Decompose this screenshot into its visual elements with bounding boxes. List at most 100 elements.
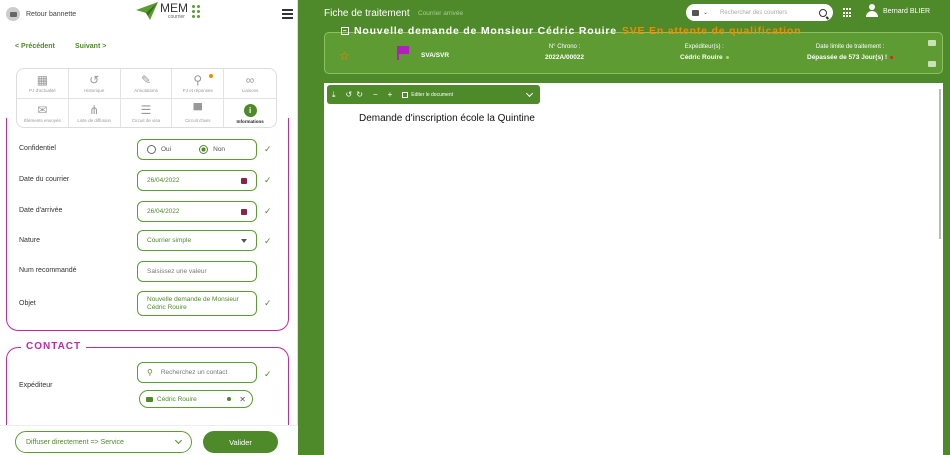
edit-document-button[interactable]: Editer le document xyxy=(402,91,453,98)
tab-liaisons[interactable]: ∞ Liaisons xyxy=(224,69,276,99)
radio-non[interactable]: Non xyxy=(199,145,225,154)
back-to-bannette-button[interactable]: Retour bannette xyxy=(6,7,76,21)
alert-dot xyxy=(890,56,894,59)
user-menu[interactable]: Bernard BLIER xyxy=(866,4,930,18)
diffuser-select[interactable]: Diffuser directement => Service xyxy=(15,431,192,453)
courrier-date-field[interactable]: 26/04/2022 xyxy=(137,170,257,191)
confidential-radio-group: Oui Non xyxy=(137,139,257,160)
arrival-date-label: Date d'arrivée xyxy=(19,207,63,214)
search-icon: ⚲ xyxy=(147,368,153,377)
objet-field[interactable]: Nouvelle demande de Monsieur Cédric Roui… xyxy=(137,291,257,316)
history-icon: ↺ xyxy=(89,73,100,87)
back-label: Retour bannette xyxy=(26,10,77,18)
status-dot xyxy=(227,397,232,401)
inbox-icon xyxy=(6,7,20,21)
truck-icon[interactable] xyxy=(928,40,936,46)
grid-icon: ▦ xyxy=(36,73,49,87)
courrier-summary-bar: − Nouvelle demande de Monsieur Cédric Ro… xyxy=(324,25,943,74)
calendar-icon[interactable] xyxy=(241,208,247,215)
contact-search-input[interactable]: ⚲ Recherchez un contact xyxy=(137,362,257,383)
remove-contact-icon[interactable]: ✕ xyxy=(239,395,246,404)
contact-title: CONTACT xyxy=(21,341,87,352)
nature-label: Nature xyxy=(19,237,41,244)
radio-oui[interactable]: Oui xyxy=(147,145,171,154)
link-icon: ∞ xyxy=(245,73,255,87)
tab-annotations[interactable]: ✎ Annotations xyxy=(120,69,173,99)
chevron-down-icon[interactable]: ⌄ xyxy=(703,9,708,16)
zoom-in-icon[interactable]: + xyxy=(388,90,393,99)
check-icon: ✓ xyxy=(264,236,272,246)
hamburger-menu-icon[interactable] xyxy=(282,9,293,21)
download-icon[interactable]: ⤓ xyxy=(332,90,336,99)
paper-plane-icon xyxy=(136,2,158,20)
logo-text: MEM xyxy=(160,0,188,15)
page-title: Fiche de traitement xyxy=(324,8,410,19)
deadline-meta: Date limite de traitement : Dépassée de … xyxy=(807,44,894,61)
comment-icon: ▀ xyxy=(193,103,203,117)
paperclip-icon: ⚲ xyxy=(193,73,203,87)
notification-dot xyxy=(209,74,214,78)
star-icon[interactable]: ☆ xyxy=(339,49,350,63)
chrono-meta: N° Chrono : 2022A/00022 xyxy=(545,44,585,61)
collapse-icon[interactable]: − xyxy=(341,27,349,35)
num-recommande-label: Num recommandé xyxy=(19,267,77,274)
chevron-down-icon xyxy=(174,436,183,445)
left-panel: Retour bannette MEM courrier < Précédent… xyxy=(0,0,298,455)
redo-icon[interactable]: ↻ xyxy=(356,90,363,99)
tab-pj-actualite[interactable]: ▦ PJ d'actualité xyxy=(17,69,69,99)
check-icon: ✓ xyxy=(264,144,272,154)
confidential-label: Confidentiel xyxy=(19,145,56,152)
check-icon: ✓ xyxy=(264,298,272,308)
user-name: Bernard BLIER xyxy=(883,7,931,15)
search-icon[interactable] xyxy=(819,8,827,17)
pen-icon: ✎ xyxy=(140,73,152,87)
zoom-out-icon[interactable]: − xyxy=(373,90,378,99)
flag-icon[interactable] xyxy=(397,46,409,60)
valider-button[interactable]: Valider xyxy=(203,431,278,453)
document-icon[interactable] xyxy=(928,61,936,67)
contact-chip[interactable]: Cédric Rouire ✕ xyxy=(139,390,253,408)
status-dot xyxy=(725,56,729,59)
apps-grid-icon[interactable] xyxy=(843,8,853,18)
courrier-date-label: Date du courrier xyxy=(19,176,70,183)
num-recommande-input[interactable]: Saisissez une valeur xyxy=(137,261,257,282)
contact-card-icon xyxy=(146,396,153,402)
check-icon: ✓ xyxy=(264,369,272,379)
courrier-title: − Nouvelle demande de Monsieur Cédric Ro… xyxy=(341,25,802,37)
check-icon: ✓ xyxy=(264,175,272,185)
sender-meta: Expéditeur(s) : Cédric Rouire xyxy=(680,44,729,61)
status-text: SVE En attente de qualification xyxy=(621,25,802,37)
document-toolbar: ⤓ ↺ ↻ − + Editer le document xyxy=(327,85,540,104)
nature-select[interactable]: Courrier simple xyxy=(137,230,257,251)
calendar-icon[interactable] xyxy=(241,177,247,184)
tab-pj-reponses[interactable]: ⚲ PJ et réponses xyxy=(172,69,225,99)
inbox-icon xyxy=(692,9,699,16)
sva-label: SVA/SVR xyxy=(421,52,450,59)
bottom-bar: Diffuser directement => Service Valider xyxy=(0,425,298,455)
share-icon: ⋔ xyxy=(89,103,100,117)
undo-icon[interactable]: ↺ xyxy=(346,90,353,99)
check-icon: ✓ xyxy=(264,206,272,216)
document-viewer: ⤓ ↺ ↻ − + Editer le document Demande d'i… xyxy=(324,83,943,455)
next-button[interactable]: Suivant > xyxy=(75,43,106,50)
list-icon: ☰ xyxy=(140,103,152,117)
previous-button[interactable]: < Précédent xyxy=(15,43,55,50)
right-panel: Fiche de traitement Courrier arrivée ⌄ R… xyxy=(298,0,950,455)
info-icon: i xyxy=(243,103,257,117)
scrollbar[interactable] xyxy=(939,89,941,239)
logo-dots xyxy=(192,4,200,18)
sender-label: Expéditeur xyxy=(19,382,53,389)
objet-label: Objet xyxy=(19,300,36,307)
logo: MEM courrier xyxy=(136,2,200,20)
mail-icon: ✉ xyxy=(37,103,48,117)
chevron-down-icon[interactable] xyxy=(525,89,534,97)
tab-historique[interactable]: ↺ Historique xyxy=(68,69,121,99)
courrier-search-input[interactable]: ⌄ Rechercher des courriers xyxy=(686,4,833,21)
arrival-date-field[interactable]: 26/04/2022 xyxy=(137,201,257,222)
page-subtitle: Courrier arrivée xyxy=(418,10,464,17)
user-icon xyxy=(866,4,878,18)
document-content: Demande d'inscription école la Quintine xyxy=(359,113,535,124)
caret-down-icon xyxy=(241,238,247,243)
edit-icon xyxy=(402,91,409,98)
left-header: Retour bannette MEM courrier xyxy=(0,0,298,30)
